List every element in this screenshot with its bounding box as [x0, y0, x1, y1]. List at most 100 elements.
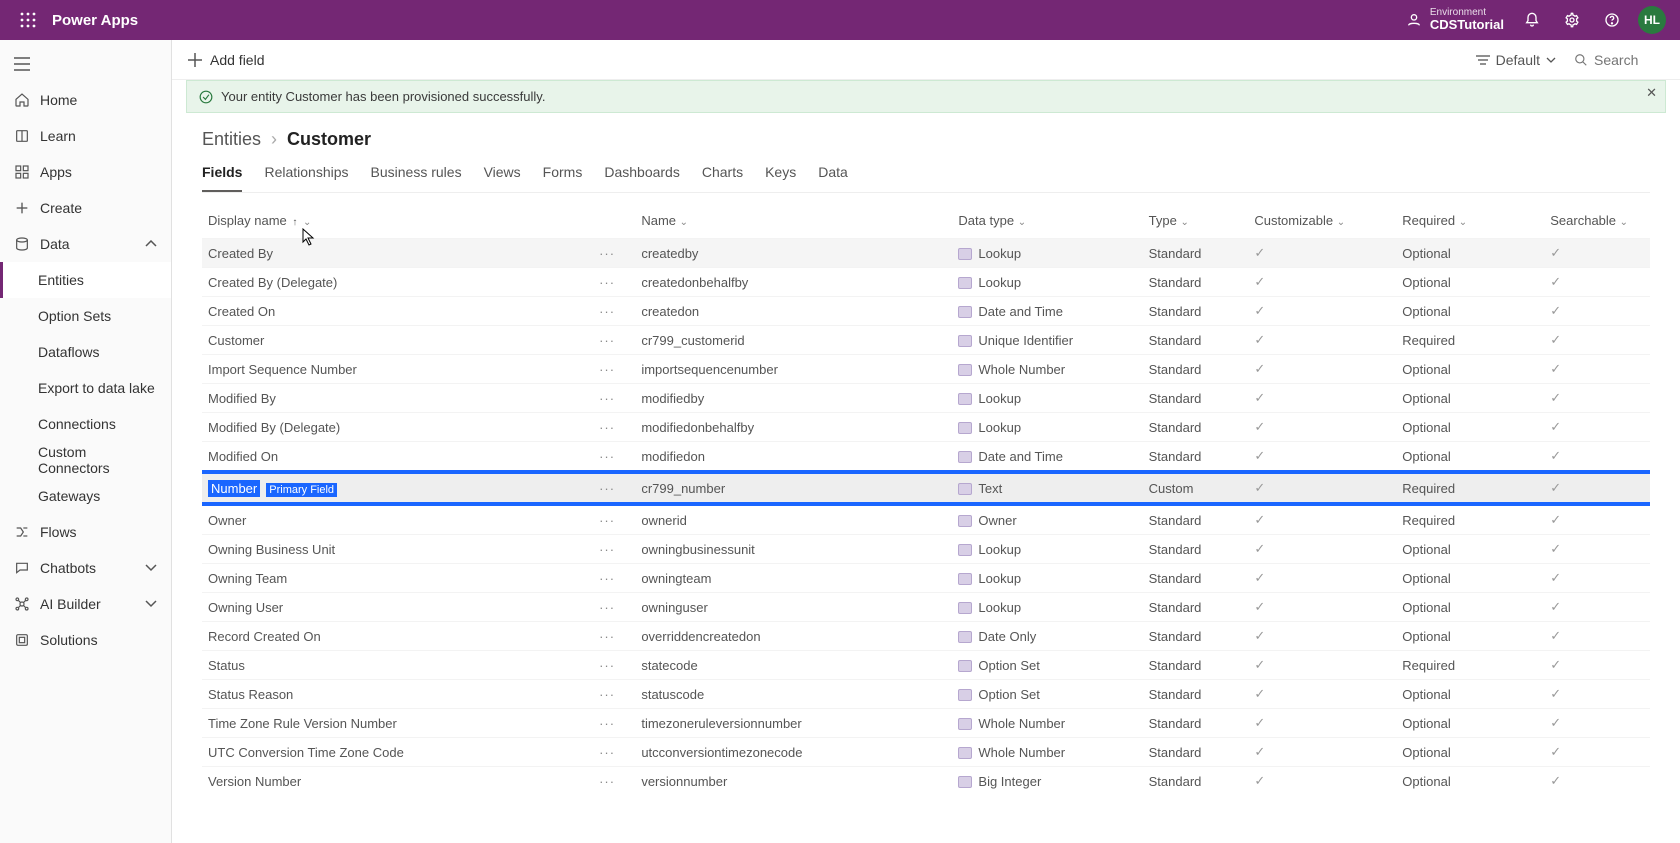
- nav-learn[interactable]: Learn: [0, 118, 171, 154]
- table-row[interactable]: Modified By (Delegate)···modifiedonbehal…: [202, 413, 1650, 442]
- col-name[interactable]: Name ⌄: [635, 203, 952, 239]
- row-more-icon[interactable]: ···: [599, 246, 615, 261]
- table-row[interactable]: Status Reason···statuscodeOption SetStan…: [202, 680, 1650, 709]
- view-selector[interactable]: Default: [1476, 52, 1556, 68]
- nav-ai-builder[interactable]: AI Builder: [0, 586, 171, 622]
- col-customizable[interactable]: Customizable ⌄: [1248, 203, 1396, 239]
- nav-sub-dataflows[interactable]: Dataflows: [0, 334, 171, 370]
- row-more-icon[interactable]: ···: [599, 449, 615, 464]
- col-display-name[interactable]: Display name ↑ ⌄: [202, 203, 593, 239]
- table-row[interactable]: Owning Business Unit···owningbusinessuni…: [202, 535, 1650, 564]
- table-row[interactable]: Created By···createdbyLookupStandard✓Opt…: [202, 239, 1650, 268]
- datatype-icon: [958, 306, 972, 318]
- chevron-down-icon: [145, 564, 157, 572]
- tab-fields[interactable]: Fields: [202, 164, 242, 192]
- table-row[interactable]: Created On···createdonDate and TimeStand…: [202, 297, 1650, 326]
- check-icon: ✓: [1550, 361, 1561, 376]
- row-more-icon[interactable]: ···: [599, 275, 615, 290]
- row-more-icon[interactable]: ···: [599, 513, 615, 528]
- datatype-icon: [958, 718, 972, 730]
- tab-business-rules[interactable]: Business rules: [371, 164, 462, 192]
- tab-views[interactable]: Views: [484, 164, 521, 192]
- nav-sub-gateways[interactable]: Gateways: [0, 478, 171, 514]
- search-box[interactable]: [1574, 52, 1664, 68]
- table-row[interactable]: Created By (Delegate)···createdonbehalfb…: [202, 268, 1650, 297]
- table-row[interactable]: Import Sequence Number···importsequencen…: [202, 355, 1650, 384]
- check-icon: ✓: [1550, 541, 1561, 556]
- tab-keys[interactable]: Keys: [765, 164, 796, 192]
- tab-forms[interactable]: Forms: [543, 164, 583, 192]
- table-row[interactable]: Status···statecodeOption SetStandard✓Req…: [202, 651, 1650, 680]
- tab-charts[interactable]: Charts: [702, 164, 743, 192]
- add-field-button[interactable]: Add field: [188, 52, 264, 68]
- table-row[interactable]: Modified By···modifiedbyLookupStandard✓O…: [202, 384, 1650, 413]
- nav-sub-export-to-data-lake[interactable]: Export to data lake: [0, 370, 171, 406]
- nav-data[interactable]: Data: [0, 226, 171, 262]
- banner-close-icon[interactable]: ✕: [1646, 85, 1657, 101]
- table-row[interactable]: UTC Conversion Time Zone Code···utcconve…: [202, 738, 1650, 767]
- nav-flows[interactable]: Flows: [0, 514, 171, 550]
- col-type[interactable]: Type ⌄: [1143, 203, 1249, 239]
- app-launcher[interactable]: [8, 0, 48, 40]
- nav-home[interactable]: Home: [0, 82, 171, 118]
- nav-chatbots[interactable]: Chatbots: [0, 550, 171, 586]
- datatype-icon: [958, 602, 972, 614]
- check-icon: ✓: [1254, 274, 1265, 289]
- row-more-icon[interactable]: ···: [599, 304, 615, 319]
- search-input[interactable]: [1594, 52, 1664, 68]
- env-label: Environment: [1430, 7, 1504, 18]
- settings-icon[interactable]: [1552, 0, 1592, 40]
- row-more-icon[interactable]: ···: [599, 745, 615, 760]
- row-more-icon[interactable]: ···: [599, 542, 615, 557]
- datatype-icon: [958, 335, 972, 347]
- notifications-icon[interactable]: [1512, 0, 1552, 40]
- col-searchable[interactable]: Searchable ⌄: [1544, 203, 1650, 239]
- breadcrumb: Entities › Customer: [202, 129, 1650, 150]
- nav-collapse-button[interactable]: [0, 46, 171, 82]
- table-row[interactable]: Modified On···modifiedonDate and TimeSta…: [202, 442, 1650, 473]
- check-icon: ✓: [1254, 628, 1265, 643]
- row-more-icon[interactable]: ···: [599, 658, 615, 673]
- table-row[interactable]: Owning User···owninguserLookupStandard✓O…: [202, 593, 1650, 622]
- nav-sub-option-sets[interactable]: Option Sets: [0, 298, 171, 334]
- check-icon: ✓: [1254, 245, 1265, 260]
- check-icon: ✓: [1254, 541, 1265, 556]
- nav-apps[interactable]: Apps: [0, 154, 171, 190]
- help-icon[interactable]: [1592, 0, 1632, 40]
- row-more-icon[interactable]: ···: [599, 687, 615, 702]
- row-more-icon[interactable]: ···: [599, 391, 615, 406]
- row-more-icon[interactable]: ···: [599, 716, 615, 731]
- table-row[interactable]: Customer···cr799_customeridUnique Identi…: [202, 326, 1650, 355]
- row-more-icon[interactable]: ···: [599, 629, 615, 644]
- table-row[interactable]: Record Created On···overriddencreatedonD…: [202, 622, 1650, 651]
- row-more-icon[interactable]: ···: [599, 481, 615, 496]
- row-more-icon[interactable]: ···: [599, 333, 615, 348]
- user-avatar[interactable]: HL: [1638, 6, 1666, 34]
- table-row[interactable]: Version Number···versionnumberBig Intege…: [202, 767, 1650, 796]
- table-row[interactable]: Time Zone Rule Version Number···timezone…: [202, 709, 1650, 738]
- row-more-icon[interactable]: ···: [599, 420, 615, 435]
- environment-picker[interactable]: Environment CDSTutorial: [1406, 7, 1504, 32]
- tab-data[interactable]: Data: [818, 164, 848, 192]
- left-nav: HomeLearnAppsCreateDataEntitiesOption Se…: [0, 40, 172, 843]
- row-more-icon[interactable]: ···: [599, 362, 615, 377]
- tab-dashboards[interactable]: Dashboards: [604, 164, 680, 192]
- row-more-icon[interactable]: ···: [599, 774, 615, 789]
- breadcrumb-parent[interactable]: Entities: [202, 129, 261, 150]
- datatype-icon: [958, 689, 972, 701]
- nav-solutions[interactable]: Solutions: [0, 622, 171, 658]
- table-row[interactable]: NumberPrimary Field···cr799_numberTextCu…: [202, 472, 1650, 504]
- tab-relationships[interactable]: Relationships: [264, 164, 348, 192]
- row-more-icon[interactable]: ···: [599, 600, 615, 615]
- plus-icon: [14, 200, 30, 216]
- row-more-icon[interactable]: ···: [599, 571, 615, 586]
- col-data-type[interactable]: Data type ⌄: [952, 203, 1142, 239]
- col-required[interactable]: Required ⌄: [1396, 203, 1544, 239]
- nav-sub-custom-connectors[interactable]: Custom Connectors: [0, 442, 171, 478]
- nav-sub-entities[interactable]: Entities: [0, 262, 171, 298]
- table-row[interactable]: Owner···owneridOwnerStandard✓Required✓: [202, 504, 1650, 535]
- learn-icon: [14, 128, 30, 144]
- nav-sub-connections[interactable]: Connections: [0, 406, 171, 442]
- table-row[interactable]: Owning Team···owningteamLookupStandard✓O…: [202, 564, 1650, 593]
- nav-create[interactable]: Create: [0, 190, 171, 226]
